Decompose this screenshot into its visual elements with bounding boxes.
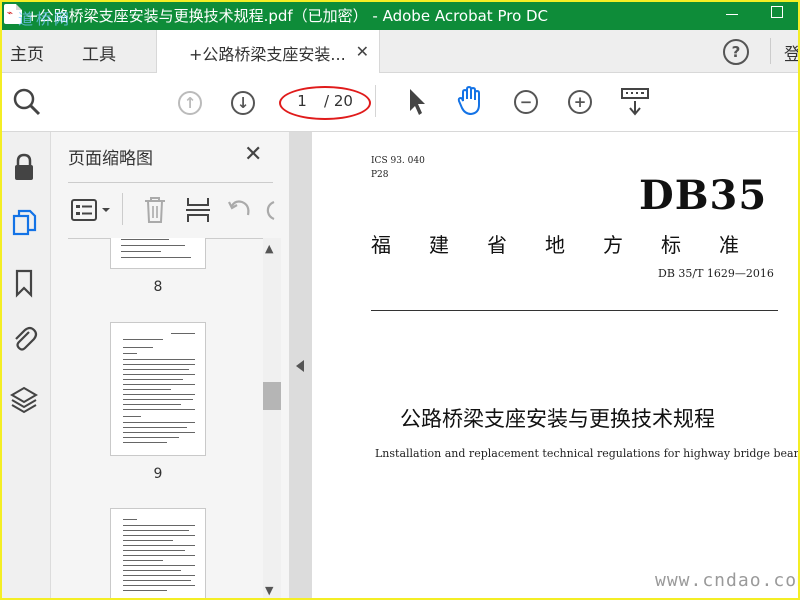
tab-tools[interactable]: 工具 xyxy=(82,40,116,65)
page-thumbnail[interactable] xyxy=(110,508,206,600)
rotate-right-icon[interactable] xyxy=(264,197,276,223)
standard-number: DB 35/T 1629—2016 xyxy=(658,267,774,280)
page-thumbnail[interactable] xyxy=(110,238,206,269)
zoom-out-icon[interactable]: − xyxy=(514,90,538,114)
window-title: +公路桥梁支座安装与更换技术规程.pdf（已加密） - Adobe Acroba… xyxy=(26,7,549,25)
panel-title: 页面缩略图 xyxy=(68,149,153,169)
thumbnail-scrollbar[interactable]: ▲ ▼ xyxy=(263,238,281,600)
page-thumbnails-panel: 页面缩略图 ✕ 8 9 ▲ ▼ xyxy=(51,132,290,600)
keyboard-icon[interactable] xyxy=(620,87,650,117)
ics-code: ICS 93. 040 xyxy=(371,156,425,166)
thumbnail-list[interactable]: 8 9 xyxy=(51,238,289,600)
minimize-button[interactable] xyxy=(708,0,754,30)
tab-bar: 主页 工具 +公路桥梁支座安装... ✕ ? 登 xyxy=(0,30,800,73)
standard-mark: DB35 xyxy=(639,172,768,219)
divider xyxy=(770,38,771,64)
main-toolbar: ↑ ↓ / 20 − + xyxy=(0,73,800,132)
attachment-icon[interactable] xyxy=(10,324,38,354)
scroll-down-icon[interactable]: ▼ xyxy=(265,584,273,597)
thumbnail-page-number: 8 xyxy=(153,279,163,295)
classification-code: P28 xyxy=(371,170,389,180)
magnifier-icon[interactable] xyxy=(12,87,42,117)
thumbnail-options-icon[interactable] xyxy=(70,197,114,223)
login-link[interactable]: 登 xyxy=(784,40,800,65)
document-title-en: Lnstallation and replacement technical r… xyxy=(375,447,800,460)
page-down-icon[interactable]: ↓ xyxy=(231,91,255,115)
scroll-up-icon[interactable]: ▲ xyxy=(265,242,273,255)
header-rule xyxy=(371,310,778,311)
panel-collapse-gutter xyxy=(290,132,312,600)
document-title-cn: 公路桥梁支座安装与更换技术规程 xyxy=(400,407,715,431)
close-tab-icon[interactable]: ✕ xyxy=(356,42,369,61)
hand-icon[interactable] xyxy=(455,85,487,117)
lock-icon[interactable] xyxy=(10,152,38,182)
page-thumbnail[interactable] xyxy=(110,322,206,456)
zoom-in-icon[interactable]: + xyxy=(568,90,592,114)
tab-document[interactable]: +公路桥梁支座安装... ✕ xyxy=(156,30,380,73)
select-cursor-icon[interactable] xyxy=(405,87,429,117)
top-watermark: 道桥网 xyxy=(18,10,73,28)
divider xyxy=(122,193,123,225)
document-page: ICS 93. 040 P28 DB35 福建省地方标准 DB 35/T 162… xyxy=(312,132,800,600)
toolbar-divider xyxy=(375,85,376,117)
rotate-left-icon[interactable] xyxy=(226,197,254,223)
site-watermark: www.cndao.com xyxy=(655,570,800,591)
standard-type-line: 福建省地方标准 xyxy=(371,233,777,257)
page-number-highlight xyxy=(279,86,371,120)
bookmark-icon[interactable] xyxy=(10,268,38,298)
trash-icon[interactable] xyxy=(142,195,168,225)
thumbnail-toolbar xyxy=(68,182,276,239)
pages-icon[interactable] xyxy=(10,208,38,238)
document-tab-label: +公路桥梁支座安装... xyxy=(189,45,346,64)
scrollbar-thumb[interactable] xyxy=(263,382,281,410)
layers-icon[interactable] xyxy=(10,384,38,414)
page-up-icon[interactable]: ↑ xyxy=(178,91,202,115)
left-nav-rail xyxy=(0,132,51,600)
title-bar: ⌁ +公路桥梁支座安装与更换技术规程.pdf（已加密） - Adobe Acro… xyxy=(0,0,800,30)
tab-home[interactable]: 主页 xyxy=(10,40,44,65)
close-panel-icon[interactable]: ✕ xyxy=(244,142,262,167)
collapse-panel-icon[interactable] xyxy=(296,360,304,372)
help-icon[interactable]: ? xyxy=(723,39,749,65)
thumbnail-page-number: 9 xyxy=(153,466,163,482)
maximize-button[interactable] xyxy=(754,0,800,30)
insert-page-icon[interactable] xyxy=(184,195,212,225)
